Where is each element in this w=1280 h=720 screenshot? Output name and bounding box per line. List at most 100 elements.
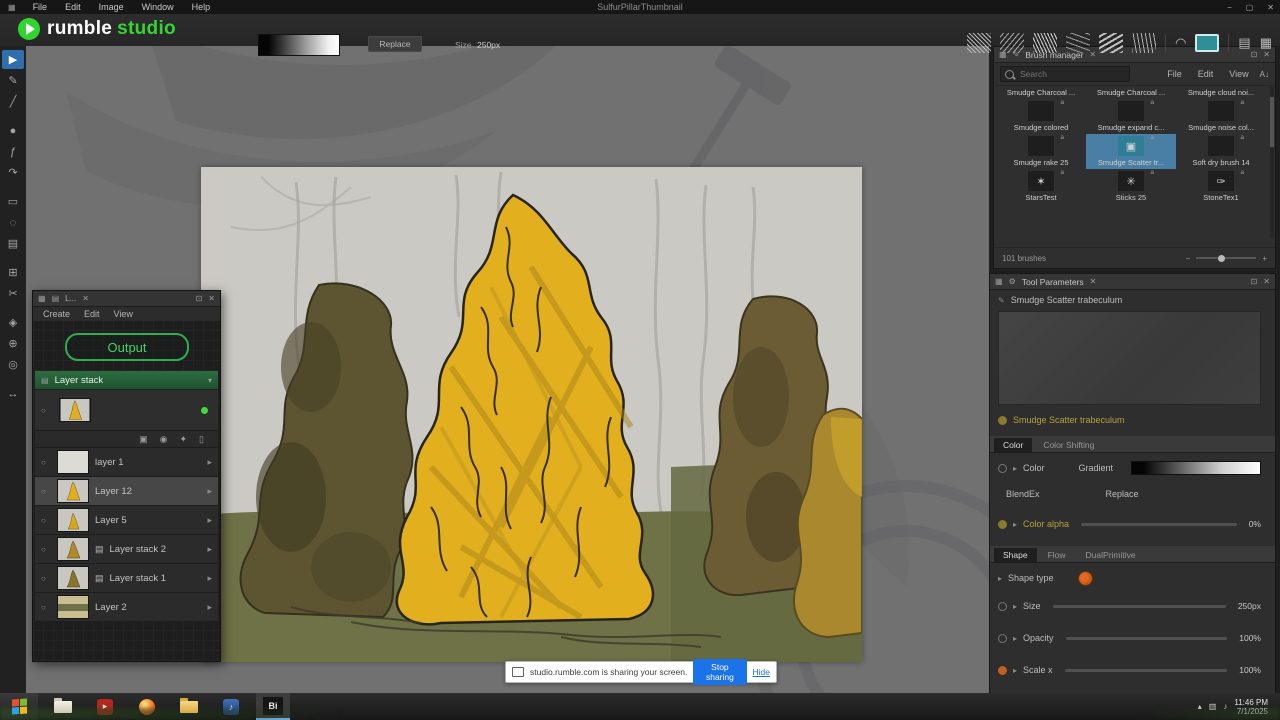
expand-chevron-icon[interactable]: ▸ (207, 486, 212, 497)
menu-image[interactable]: Image (90, 2, 133, 12)
layer-row[interactable]: ○ layer 1 ▸ (35, 448, 218, 477)
panel-close-icon[interactable]: ✕ (1263, 277, 1270, 286)
link-dot-icon[interactable] (998, 633, 1007, 643)
active-layer-preview-row[interactable]: ○ (35, 390, 218, 431)
tab-shape[interactable]: Shape (994, 548, 1037, 562)
brush-preset-icon-1[interactable] (967, 33, 992, 53)
menu-edit[interactable]: Edit (84, 309, 100, 319)
opacity-slider[interactable] (1065, 636, 1228, 640)
sort-az-icon[interactable]: A↓ (1260, 70, 1269, 79)
brush-preset-icon-2[interactable] (1000, 33, 1025, 53)
panel-close-icon[interactable]: ✕ (208, 294, 215, 303)
menu-help[interactable]: Help (183, 2, 220, 12)
expand-chevron-icon[interactable]: ▸ (207, 544, 212, 555)
brush-item-selected[interactable]: ▣ a Smudge Scatter tr... (1086, 134, 1176, 169)
screen-share-active-icon[interactable] (1195, 34, 1220, 52)
pointer-tool[interactable]: ▶ (2, 50, 24, 69)
expand-chevron-icon[interactable]: ▸ (1013, 634, 1017, 643)
transform-tool[interactable]: ↔ (2, 384, 24, 403)
scale-x-slider[interactable] (1064, 668, 1228, 672)
size-slider[interactable] (1052, 604, 1226, 608)
gradient-strip[interactable] (1131, 461, 1261, 475)
blend-mode-replace-button[interactable]: Replace (368, 36, 422, 52)
layer-row[interactable]: ○ ▤ Layer stack 2 ▸ (35, 535, 218, 564)
app-icon[interactable]: ▦ (8, 3, 16, 12)
output-node-button[interactable]: Output (65, 333, 189, 361)
layer-row[interactable]: ○ Layer 2 ▸ (35, 593, 218, 622)
brush-item[interactable]: Smudge Charcoal ... (1086, 86, 1176, 99)
panel-toggle-icon[interactable]: ▤ (1238, 35, 1250, 51)
brush-menu-view[interactable]: View (1224, 69, 1253, 79)
brush-item[interactable]: a Smudge noise col... (1176, 99, 1266, 134)
brush-menu-file[interactable]: File (1162, 69, 1187, 79)
close-icon[interactable]: ✕ (1267, 3, 1274, 12)
grid-tool[interactable]: ⊞ (2, 263, 24, 282)
link-dot-icon[interactable] (998, 665, 1007, 675)
link-dot-icon[interactable] (998, 463, 1007, 473)
search-box[interactable] (1000, 66, 1130, 82)
zoom-in-icon[interactable]: + (1262, 254, 1267, 263)
brush-item[interactable]: ✳ a Sticks 25 (1086, 169, 1176, 204)
visibility-icon[interactable]: ○ (41, 458, 51, 467)
thumbnail-size-slider[interactable] (1196, 254, 1257, 262)
zoom-tool[interactable]: ⊕ (2, 334, 24, 353)
brush-item[interactable]: a Soft dry brush 14 (1176, 134, 1266, 169)
tab-color[interactable]: Color (994, 438, 1033, 452)
smudge-mode-icon[interactable]: ◠ (1175, 35, 1186, 51)
shape-type-swatch[interactable] (1077, 570, 1093, 586)
zoom-out-icon[interactable]: − (1186, 254, 1191, 263)
crop-tool[interactable]: ✂ (2, 284, 24, 303)
panel-pop-icon[interactable]: ⊡ (1251, 277, 1258, 286)
visibility-icon[interactable]: ○ (41, 545, 51, 554)
link-dot-icon[interactable] (998, 601, 1007, 611)
tab-close-icon[interactable]: ✕ (82, 294, 89, 303)
visibility-icon[interactable]: ○ (41, 574, 51, 583)
expand-chevron-icon[interactable]: ▸ (207, 515, 212, 526)
brush-item[interactable]: a Smudge colored (996, 99, 1086, 134)
visibility-icon[interactable]: ○ (41, 487, 51, 496)
menu-window[interactable]: Window (133, 2, 183, 12)
panel-pop-icon[interactable]: ⊡ (196, 294, 203, 303)
expand-chevron-icon[interactable]: ▸ (1013, 464, 1017, 473)
pen-tool[interactable]: ✎ (2, 71, 24, 90)
expand-chevron-icon[interactable]: ▸ (207, 457, 212, 468)
blendex-value[interactable]: Replace (1106, 489, 1139, 499)
tool-parameters-titlebar[interactable]: ▦ ⚙ Tool Parameters ✕ ⊡ ✕ (990, 274, 1275, 290)
brush-preset-icon-3[interactable] (1033, 33, 1058, 53)
brush-item[interactable]: ✑ a StoneTex1 (1176, 169, 1266, 204)
maximize-icon[interactable]: ▢ (1246, 3, 1254, 12)
effect-icon[interactable]: ✦ (180, 434, 188, 445)
marquee-select-tool[interactable]: ▭ (2, 192, 24, 211)
effects-tool[interactable]: ƒ (2, 142, 24, 161)
visibility-icon[interactable]: ○ (41, 603, 51, 612)
brush-item[interactable]: Smudge cloud noi... (1176, 86, 1266, 99)
trash-icon[interactable]: ▯ (199, 434, 204, 445)
layer-panel-titlebar[interactable]: ▦ ▤ L... ✕ ⊡ ✕ (33, 291, 220, 307)
expand-chevron-icon[interactable]: ▸ (207, 602, 212, 613)
tab-color-shifting[interactable]: Color Shifting (1034, 438, 1103, 452)
smudge-tool[interactable]: ● (2, 121, 24, 140)
brush-size-value[interactable]: 250px (477, 40, 500, 50)
expand-chevron-icon[interactable]: ▸ (207, 573, 212, 584)
tab-flow[interactable]: Flow (1039, 548, 1075, 562)
brush-preset-icon-6[interactable] (1132, 33, 1157, 53)
move-tool[interactable]: ◈ (2, 313, 24, 332)
drag-handle-icon[interactable]: ▦ (995, 277, 1003, 286)
expand-chevron-icon[interactable]: ▸ (1013, 666, 1017, 675)
minimize-icon[interactable]: − (1227, 3, 1232, 12)
blend-icon[interactable]: ▣ (139, 434, 148, 445)
stop-sharing-button[interactable]: Stop sharing (693, 659, 747, 685)
menu-file[interactable]: File (24, 2, 57, 12)
lasso-tool[interactable]: ◌ (2, 213, 24, 232)
tab-dualprimitive[interactable]: DualPrimitive (1077, 548, 1145, 562)
layers-tool[interactable]: ▤ (2, 234, 24, 253)
brush-item[interactable]: ✶ a StarsTest (996, 169, 1086, 204)
color-picker-tool[interactable]: ◎ (2, 355, 24, 374)
tab-close-icon[interactable]: ✕ (1090, 277, 1097, 286)
layer-row-selected[interactable]: ○ Layer 12 ▸ (35, 477, 218, 506)
brush-preset-icon-5[interactable] (1099, 33, 1124, 53)
drag-handle-icon[interactable]: ▦ (38, 294, 46, 303)
brush-item[interactable]: a Smudge rake 25 (996, 134, 1086, 169)
layer-row[interactable]: ○ Layer 5 ▸ (35, 506, 218, 535)
menu-edit[interactable]: Edit (56, 2, 90, 12)
